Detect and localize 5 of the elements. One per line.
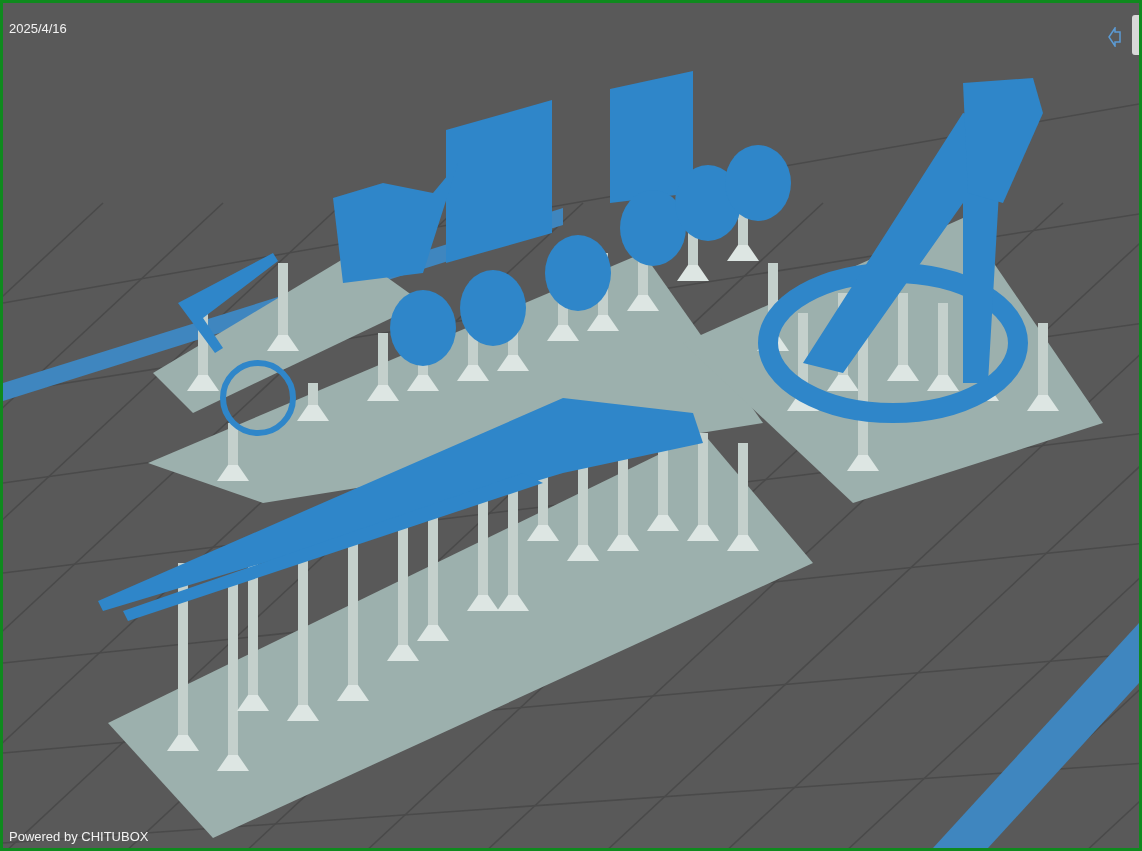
arrow-left-icon[interactable] <box>1108 27 1122 47</box>
date-label: 2025/4/16 <box>9 21 67 36</box>
viewport[interactable]: 2025/4/16 Powered by CHITUBOX <box>0 0 1142 851</box>
powered-by-label: Powered by CHITUBOX <box>9 829 149 844</box>
panel-handle[interactable] <box>1132 15 1139 55</box>
